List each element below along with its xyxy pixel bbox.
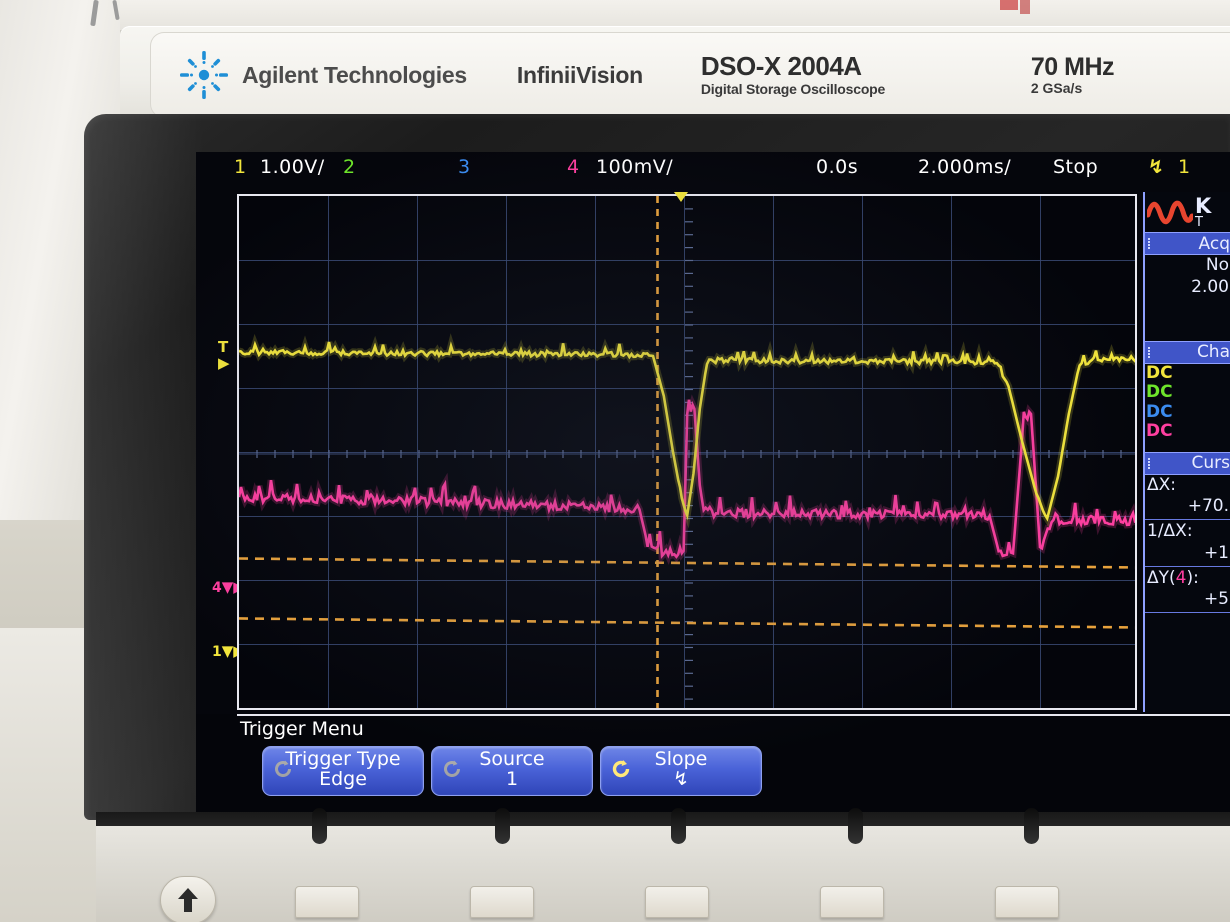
cursor-y1-line [239, 557, 1135, 569]
cursor-dx-label: ΔX: [1147, 474, 1177, 495]
softkey-button-2[interactable] [470, 886, 534, 918]
brand-bar: Agilent Technologies InfiniiVision DSO-X… [178, 44, 1230, 106]
bottom-softkey-menu: Trigger Menu Trigger Type Edge Source 1 [196, 714, 1230, 812]
status-ch2-number[interactable]: 2 [343, 156, 356, 178]
status-delay[interactable]: 0.0s [816, 156, 858, 178]
rotary-knob-icon [612, 760, 630, 778]
sample-rate-label: 2 GSa/s [1030, 80, 1083, 97]
sidebar-header-sub: T [1195, 215, 1203, 230]
waveform-canvas [239, 196, 1135, 708]
status-timebase[interactable]: 2.000ms/ [918, 156, 1011, 178]
bandwidth-label: 70 MHz [1030, 52, 1115, 81]
cursor-y2-line [239, 617, 1135, 629]
softkey-slot-4[interactable] [848, 808, 863, 844]
trigger-slope-either-icon[interactable]: ↯ [1148, 156, 1164, 178]
sidebar-section-cursors-title: Curs [1191, 453, 1230, 474]
grip-icon [1148, 346, 1153, 359]
softkey-slot-5[interactable] [1024, 808, 1039, 844]
grip-icon [1148, 457, 1153, 470]
oscilloscope-screen: 1 1.00V/ 2 3 4 100mV/ 0.0s 2.000ms/ Stop… [196, 152, 1230, 812]
cursor-dy-channel: 4 [1175, 567, 1187, 588]
acq-rate-value: 2.00 [1191, 276, 1229, 297]
softkey-source[interactable]: Source 1 [431, 746, 593, 796]
softkey-button-3[interactable] [645, 886, 709, 918]
acq-mode-value: No [1205, 255, 1229, 275]
softkey-slot-3[interactable] [671, 808, 686, 844]
status-bar: 1 1.00V/ 2 3 4 100mV/ 0.0s 2.000ms/ Stop… [196, 152, 1230, 186]
graticule[interactable] [237, 194, 1137, 710]
sidebar-section-cursors[interactable]: Curs [1145, 451, 1230, 475]
status-trigger-source[interactable]: 1 [1178, 156, 1191, 178]
softkey-button-4[interactable] [820, 886, 884, 918]
red-object-top-2 [1020, 0, 1030, 14]
bezel-highlight [84, 114, 204, 820]
sidebar-section-channels[interactable]: Cha [1145, 340, 1230, 364]
status-ch4-number[interactable]: 4 [567, 156, 580, 178]
sidebar-section-acquisition[interactable]: Acq [1145, 232, 1230, 255]
cursor-dy-label: ΔY(4): [1147, 567, 1199, 588]
cursor-dx-value: +70. [1187, 496, 1229, 517]
product-line-name: InfiniiVision [516, 61, 643, 88]
screenshot-root: Agilent Technologies InfiniiVision DSO-X… [0, 0, 1230, 922]
rotary-knob-icon [444, 760, 460, 777]
brand-name: Agilent Technologies [242, 61, 467, 88]
status-ch4-scale[interactable]: 100mV/ [596, 156, 673, 178]
softkey-trigger-type[interactable]: Trigger Type Edge [262, 746, 424, 796]
softkey-button-5[interactable] [995, 886, 1059, 918]
red-object-top [1000, 0, 1018, 10]
softkey-button-1[interactable] [295, 886, 359, 918]
softkey-slot-2[interactable] [495, 808, 510, 844]
sidebar-menu[interactable]: K T Acq No 2.00 Cha DC DC DC DC Curs ΔX:… [1143, 192, 1230, 712]
trigger-level-marker[interactable]: T ▶ [218, 340, 230, 371]
menu-separator [237, 714, 1230, 716]
cursor-invdx-value: +1 [1203, 542, 1229, 563]
ch4-coupling[interactable]: DC [1145, 422, 1230, 442]
waveform-red-icon [1147, 200, 1193, 225]
trigger-position-marker[interactable] [674, 192, 688, 202]
ch3-coupling[interactable]: DC [1145, 402, 1230, 423]
ch1-coupling[interactable]: DC [1145, 363, 1230, 384]
spec-block: 70 MHz 2 GSa/s [1030, 52, 1115, 97]
rotary-knob-icon [275, 760, 291, 777]
menu-title: Trigger Menu [240, 718, 364, 740]
status-run-state[interactable]: Stop [1053, 156, 1098, 178]
back-up-button[interactable] [160, 876, 216, 922]
agilent-starburst-logo [178, 49, 230, 101]
sidebar-header: K T [1145, 192, 1230, 232]
status-ch3-number[interactable]: 3 [458, 156, 471, 178]
status-ch1-scale[interactable]: 1.00V/ [260, 156, 325, 178]
status-ch1-number[interactable]: 1 [234, 156, 247, 178]
model-subtitle: Digital Storage Oscilloscope [700, 80, 886, 97]
ch2-coupling[interactable]: DC [1145, 382, 1230, 403]
sidebar-section-acquisition-title: Acq [1198, 233, 1230, 254]
softkey-slot-1[interactable] [312, 808, 327, 844]
sidebar-section-channels-title: Cha [1196, 342, 1230, 362]
up-arrow-icon [178, 888, 198, 912]
grip-icon [1148, 237, 1153, 250]
model-name: DSO-X 2004A [700, 51, 862, 82]
cursor-invdx-label: 1/ΔX: [1147, 521, 1193, 542]
model-block: DSO-X 2004A Digital Storage Oscilloscope [700, 51, 886, 97]
cursor-dy-value: +5 [1203, 589, 1229, 610]
softkey-slope[interactable]: Slope ↯ [600, 746, 762, 796]
